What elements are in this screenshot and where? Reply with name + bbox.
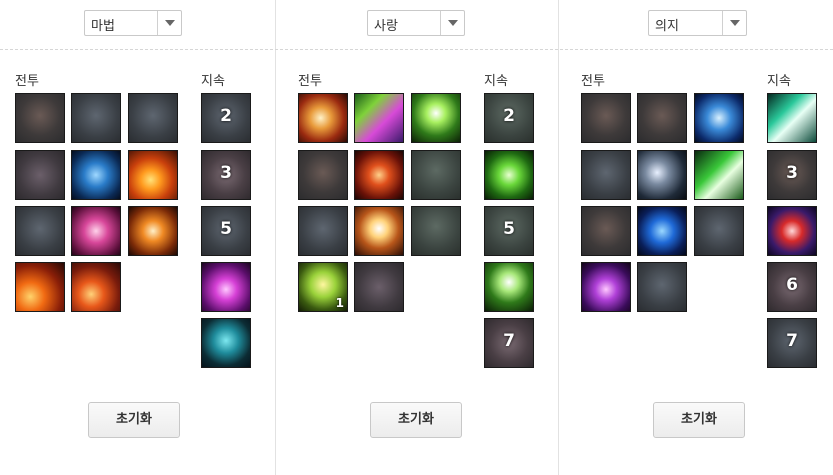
reaching-hands-icon[interactable] xyxy=(298,206,348,256)
category-dropdown[interactable]: 마법 xyxy=(84,10,182,36)
hooded-figure-icon[interactable] xyxy=(201,318,251,368)
flex-figure-icon[interactable] xyxy=(581,93,631,143)
blue-head-icon[interactable] xyxy=(637,206,687,256)
green-sword-icon[interactable] xyxy=(767,93,817,143)
spirit-hands-icon[interactable] xyxy=(411,150,461,200)
reset-button[interactable]: 초기화 xyxy=(88,402,180,438)
magic-scroll-icon[interactable] xyxy=(71,206,121,256)
potion-bottle-icon[interactable] xyxy=(767,206,817,256)
persist-rank-3-icon[interactable]: 3 xyxy=(767,150,817,200)
required-rank-number: 3 xyxy=(786,163,798,183)
dropdown-value: 사랑 xyxy=(374,19,398,34)
holy-cross-icon[interactable] xyxy=(354,206,404,256)
rough-stone-icon[interactable] xyxy=(637,93,687,143)
required-rank-number: 3 xyxy=(220,163,232,183)
persist-rank-5-icon[interactable]: 5 xyxy=(201,206,251,256)
plus-heal-icon[interactable]: 1 xyxy=(298,262,348,312)
persist-rank-7-icon[interactable]: 7 xyxy=(484,318,534,368)
shoe-icon[interactable] xyxy=(15,206,65,256)
combat-column-label: 전투 xyxy=(581,74,605,89)
chevron-down-icon[interactable] xyxy=(440,11,464,35)
healing-hand-icon[interactable] xyxy=(298,93,348,143)
reset-button[interactable]: 초기화 xyxy=(370,402,462,438)
cross-icon[interactable] xyxy=(298,150,348,200)
heart-hands-icon[interactable] xyxy=(484,262,534,312)
persist-rank-6-icon[interactable]: 6 xyxy=(767,262,817,312)
skill-level-badge: 1 xyxy=(335,296,344,310)
required-rank-number: 5 xyxy=(503,219,515,239)
lightning-icon[interactable] xyxy=(15,150,65,200)
required-rank-number: 7 xyxy=(786,331,798,351)
persist-rank-7-icon[interactable]: 7 xyxy=(767,318,817,368)
seated-figure-icon[interactable] xyxy=(581,206,631,256)
holy-shield-icon[interactable] xyxy=(694,93,744,143)
chevron-down-icon[interactable] xyxy=(157,11,181,35)
claw-strike-icon[interactable] xyxy=(354,150,404,200)
fire-bolt-icon[interactable] xyxy=(128,206,178,256)
combat-column-label: 전투 xyxy=(298,74,322,89)
required-rank-number: 7 xyxy=(503,331,515,351)
persist-column-label: 지속 xyxy=(484,74,508,89)
required-rank-number: 2 xyxy=(220,106,232,126)
persist-rank-5-icon[interactable]: 5 xyxy=(484,206,534,256)
required-rank-number: 5 xyxy=(220,219,232,239)
persist-column-label: 지속 xyxy=(201,74,225,89)
combat-column-label: 전투 xyxy=(15,74,39,89)
ice-foot-icon[interactable] xyxy=(71,150,121,200)
fire-burst-icon[interactable] xyxy=(15,93,65,143)
swirl-icon[interactable] xyxy=(637,262,687,312)
dropdown-value: 의지 xyxy=(655,19,679,34)
group-icon[interactable] xyxy=(354,262,404,312)
silhouette-light-icon[interactable] xyxy=(411,93,461,143)
blades-icon[interactable] xyxy=(694,206,744,256)
persist-rank-3-icon[interactable]: 3 xyxy=(201,150,251,200)
persist-rank-2-icon[interactable]: 2 xyxy=(201,93,251,143)
stone-icon[interactable] xyxy=(411,206,461,256)
radiance-icon[interactable] xyxy=(581,150,631,200)
category-dropdown[interactable]: 의지 xyxy=(648,10,747,36)
meteor-icon[interactable] xyxy=(71,262,121,312)
persist-rank-2-icon[interactable]: 2 xyxy=(484,93,534,143)
inferno-icon[interactable] xyxy=(15,262,65,312)
flame-wave-icon[interactable] xyxy=(128,150,178,200)
persist-column-label: 지속 xyxy=(767,74,791,89)
aurora-icon[interactable] xyxy=(354,93,404,143)
green-hand-icon[interactable] xyxy=(484,150,534,200)
green-ray-icon[interactable] xyxy=(694,150,744,200)
required-rank-number: 2 xyxy=(503,106,515,126)
dropdown-value: 마법 xyxy=(91,19,115,34)
skill-panel-magic: 마법 전투 지속 초기화 2 3 5 xyxy=(0,0,277,475)
skill-panel-will: 의지 전투 지속 초기화 3 6 7 xyxy=(566,0,833,475)
skill-panel-love: 사랑 전투 지속 초기화 1 2 5 7 xyxy=(283,0,560,475)
required-rank-number: 6 xyxy=(786,275,798,295)
reset-button[interactable]: 초기화 xyxy=(653,402,745,438)
arcane-cast-icon[interactable] xyxy=(201,262,251,312)
wind-slash-icon[interactable] xyxy=(128,93,178,143)
chevron-down-icon[interactable] xyxy=(722,11,746,35)
category-dropdown[interactable]: 사랑 xyxy=(367,10,465,36)
meditating-man-icon[interactable] xyxy=(637,150,687,200)
spear-icon[interactable] xyxy=(71,93,121,143)
purple-hand-icon[interactable] xyxy=(581,262,631,312)
